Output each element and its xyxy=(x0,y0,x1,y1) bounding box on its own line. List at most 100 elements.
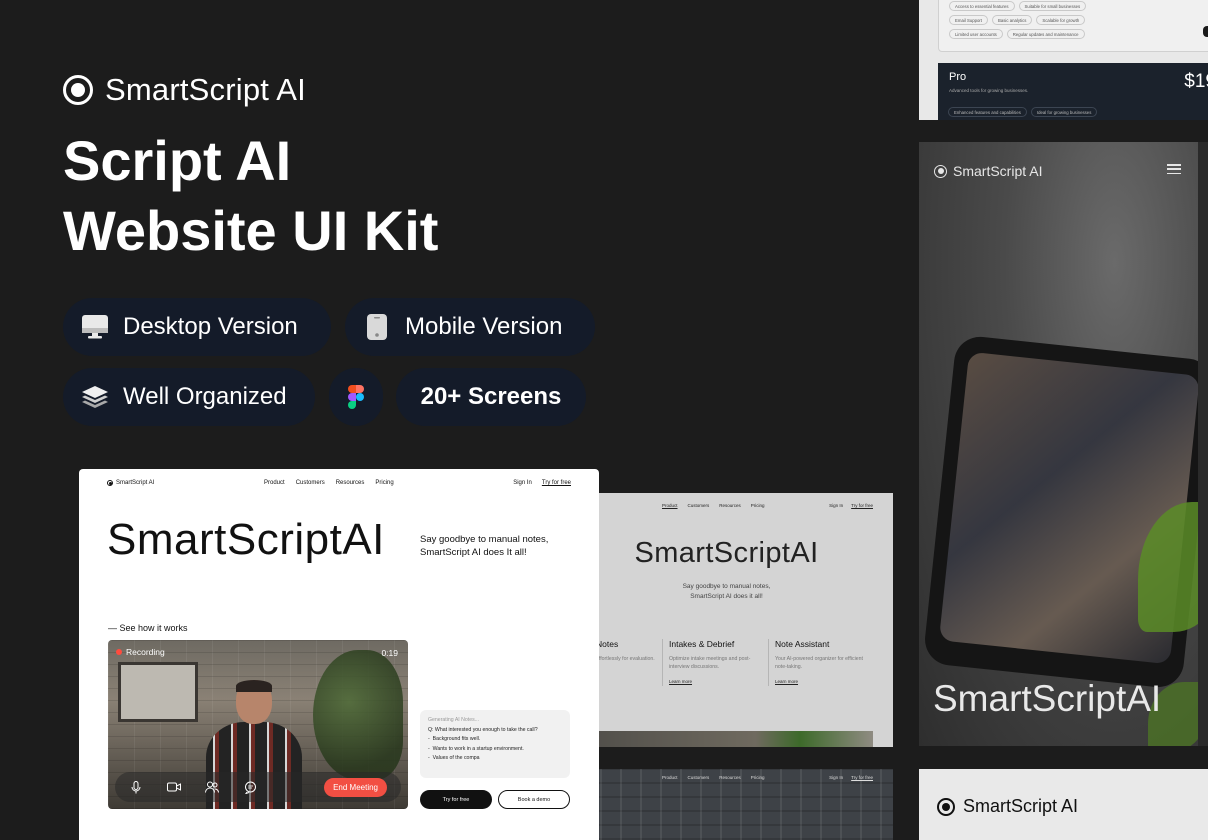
basic-features-row: Limited user accounts Regular updates an… xyxy=(949,29,1085,39)
participant-hair xyxy=(236,680,272,692)
nav-link-pricing[interactable]: Pricing xyxy=(375,480,393,486)
basic-features-row: Email Support Basic analytics Scalable f… xyxy=(949,15,1086,25)
nav-link-pricing[interactable]: Pricing xyxy=(751,503,765,508)
notes-bullet: - Values of the compa xyxy=(428,755,480,762)
call-controls: End Meeting xyxy=(115,772,401,802)
feature-pill-mobile: Mobile Version xyxy=(345,298,595,356)
secondary-image-strip xyxy=(580,731,873,747)
feature-chip: Ideal for growing businesses xyxy=(1030,107,1098,117)
mobile-light-brand-name: SmartScript AI xyxy=(963,796,1079,816)
mockup-navbar: SmartScript AI Product Customers Resourc… xyxy=(107,477,571,489)
sign-in-link[interactable]: Sign In xyxy=(829,775,843,780)
select-plan-button[interactable] xyxy=(1203,26,1208,37)
recording-label: Recording xyxy=(126,647,165,657)
secondary-desktop-mockup: Product Customers Resources Pricing Sign… xyxy=(560,493,893,747)
phone-icon xyxy=(363,313,391,341)
layers-icon xyxy=(81,383,109,411)
nav-link-customers[interactable]: Customers xyxy=(688,775,710,780)
nav-link-product[interactable]: Product xyxy=(662,503,678,508)
nav-link-resources[interactable]: Resources xyxy=(719,775,741,780)
dark-nav-links: Product Customers Resources Pricing xyxy=(662,775,765,780)
feature-card-intakes: Intakes & Debrief Optimize intake meetin… xyxy=(662,639,757,686)
feature-label-desktop: Desktop Version xyxy=(123,313,298,340)
sign-in-link[interactable]: Sign In xyxy=(513,480,532,486)
sign-in-link[interactable]: Sign In xyxy=(829,503,843,508)
secondary-nav-links: Product Customers Resources Pricing xyxy=(662,503,765,508)
pro-plan-desc: Advanced tools for growing businesses. xyxy=(949,88,1029,93)
nav-link-product[interactable]: Product xyxy=(264,480,285,486)
nav-link-customers[interactable]: Customers xyxy=(688,503,710,508)
mockup-hero-title: SmartScriptAI xyxy=(107,515,385,564)
try-free-button[interactable]: Try for free xyxy=(420,790,492,809)
nav-link-customers[interactable]: Customers xyxy=(296,480,325,486)
showcase-page: SmartScript AI Script AI Website UI Kit … xyxy=(0,0,1208,840)
try-free-link[interactable]: Try for free xyxy=(542,480,571,486)
mockup-nav-links: Product Customers Resources Pricing xyxy=(264,480,394,486)
feature-pill-screens: 20+ Screens xyxy=(396,368,586,426)
page-title: Script AI Website UI Kit xyxy=(63,126,438,266)
feature-label-screens: 20+ Screens xyxy=(420,383,562,410)
title-line-1: Script AI xyxy=(63,129,292,192)
mockup-nav-actions: Sign In Try for free xyxy=(513,480,571,486)
title-line-2: Website UI Kit xyxy=(63,199,439,262)
camera-icon[interactable] xyxy=(167,780,181,794)
figma-icon xyxy=(342,383,370,411)
try-free-link[interactable]: Try for free xyxy=(851,503,873,508)
feature-pill-figma xyxy=(329,368,383,426)
chat-icon[interactable] xyxy=(243,780,257,794)
mobile-brand: SmartScript AI xyxy=(934,163,1042,179)
desktop-mockup: SmartScript AI Product Customers Resourc… xyxy=(79,469,599,840)
basic-plan-card: Access to essential features Suitable fo… xyxy=(938,0,1208,52)
end-meeting-button[interactable]: End Meeting xyxy=(324,777,387,797)
basic-features-row: Access to essential features Suitable fo… xyxy=(949,1,1087,11)
pro-plan-price: $19 xyxy=(1184,71,1208,92)
feature-pill-desktop: Desktop Version xyxy=(63,298,331,356)
phone-photo xyxy=(922,334,1198,690)
dark-desktop-mockup: Product Customers Resources Pricing Sign… xyxy=(560,769,893,840)
mobile-light-brand: SmartScript AI xyxy=(937,796,1078,817)
feature-chip: Limited user accounts xyxy=(949,29,1003,39)
pro-plan-name: Pro xyxy=(949,71,967,83)
feature-pill-organized: Well Organized xyxy=(63,368,315,426)
feature-title: Intakes & Debrief xyxy=(669,639,735,649)
video-call-preview: Recording 0:19 End Meeting xyxy=(108,640,408,809)
feature-chip: Suitable for small businesses xyxy=(1018,1,1087,11)
nav-link-resources[interactable]: Resources xyxy=(336,480,365,486)
learn-more-link[interactable]: Learn more xyxy=(775,678,863,686)
monitor-icon xyxy=(81,313,109,341)
adjacent-mockup-edge xyxy=(1198,142,1208,746)
brand: SmartScript AI xyxy=(63,72,306,108)
plant-image xyxy=(313,650,403,780)
feature-card-assistant: Note Assistant Your AI-powered organizer… xyxy=(768,639,863,686)
nav-link-product[interactable]: Product xyxy=(662,775,678,780)
brand-name: SmartScript AI xyxy=(105,72,306,107)
microphone-icon[interactable] xyxy=(129,780,143,794)
notes-generating-label: Generating AI Notes... xyxy=(428,717,480,723)
feature-label-organized: Well Organized xyxy=(123,383,287,410)
call-timer: 0:19 xyxy=(381,648,398,658)
brand-logo-icon xyxy=(63,75,93,105)
feature-title: Note Assistant xyxy=(775,639,830,649)
book-demo-button[interactable]: Book a demo xyxy=(498,790,570,809)
try-free-link[interactable]: Try for free xyxy=(851,775,873,780)
hamburger-menu-icon[interactable] xyxy=(1167,164,1181,174)
mobile-brand-name: SmartScript AI xyxy=(953,163,1043,179)
feature-chip: Enhanced features and capabilities xyxy=(948,107,1027,117)
mobile-logo-icon xyxy=(934,164,947,178)
mobile-mockup: SmartScript AI SmartScriptAI xyxy=(919,142,1198,746)
pro-features-row: Enhanced features and capabilities Ideal… xyxy=(948,107,1098,117)
participants-icon[interactable] xyxy=(205,780,219,794)
learn-more-link[interactable]: Learn more xyxy=(669,678,757,686)
see-how-label: — See how it works xyxy=(108,623,188,633)
secondary-hero-title: SmartScriptAI xyxy=(634,537,819,569)
feature-chip: Email Support xyxy=(949,15,988,25)
feature-chip: Access to essential features xyxy=(949,1,1015,11)
mockup-brand-name: SmartScript AI xyxy=(116,480,155,486)
feature-desc: Optimize intake meetings and post-interv… xyxy=(669,656,751,670)
mockup-logo-icon xyxy=(107,480,113,486)
nav-link-pricing[interactable]: Pricing xyxy=(751,775,765,780)
pro-plan-card: Pro Advanced tools for growing businesse… xyxy=(938,63,1208,120)
notes-bullet: - Wants to work in a startup environment… xyxy=(428,745,524,752)
mobile-light-logo-icon xyxy=(937,797,955,816)
nav-link-resources[interactable]: Resources xyxy=(719,503,741,508)
